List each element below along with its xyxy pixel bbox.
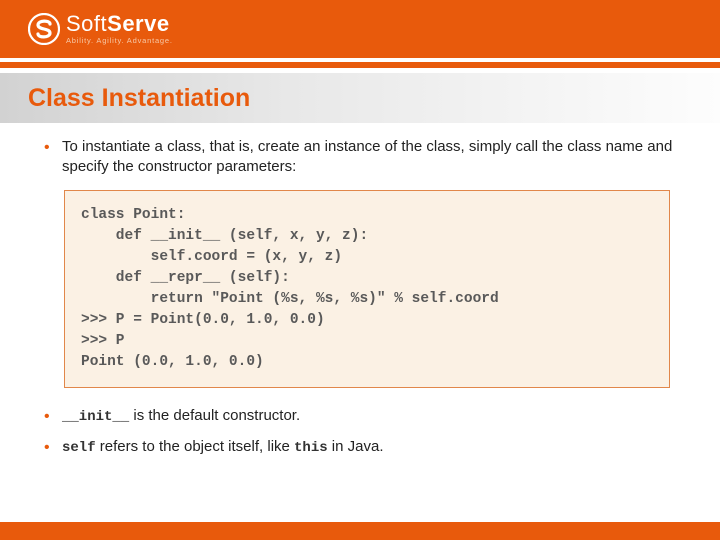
code-this: this	[294, 440, 328, 456]
footer-bar	[0, 522, 720, 540]
bullet-1: To instantiate a class, that is, create …	[40, 137, 680, 178]
bullet-list: To instantiate a class, that is, create …	[40, 137, 680, 178]
logo-text: SoftServe Ability. Agility. Advantage.	[66, 13, 173, 45]
logo: SoftServe Ability. Agility. Advantage.	[28, 13, 173, 45]
bullet-3: self refers to the object itself, like t…	[40, 437, 680, 458]
bullet-2-text: is the default constructor.	[129, 407, 300, 424]
page-title: Class Instantiation	[28, 84, 692, 113]
header-bar: SoftServe Ability. Agility. Advantage.	[0, 0, 720, 58]
title-band: Class Instantiation	[0, 73, 720, 123]
code-block: class Point: def __init__ (self, x, y, z…	[64, 190, 670, 388]
bullet-2: __init__ is the default constructor.	[40, 406, 680, 427]
code-self: self	[62, 440, 96, 456]
bullet-3-mid: refers to the object itself, like	[96, 438, 294, 455]
bullet-list-2: __init__ is the default constructor. sel…	[40, 406, 680, 458]
logo-name-light: Soft	[66, 11, 107, 36]
bullet-3-end: in Java.	[328, 438, 384, 455]
logo-tagline: Ability. Agility. Advantage.	[66, 37, 173, 45]
content-area: To instantiate a class, that is, create …	[0, 123, 720, 457]
logo-s-icon	[28, 13, 60, 45]
code-init: __init__	[62, 409, 129, 425]
logo-name-bold: Serve	[107, 11, 169, 36]
accent-bar	[0, 62, 720, 68]
